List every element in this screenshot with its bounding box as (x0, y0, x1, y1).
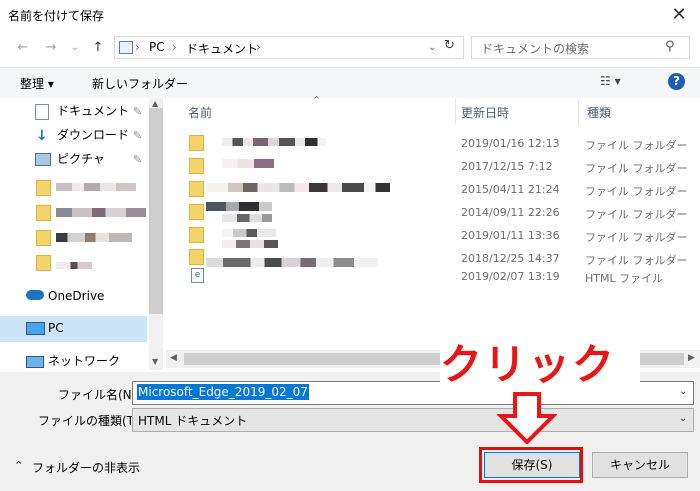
scroll-down-icon[interactable]: ▼ (152, 357, 158, 366)
filename-dropdown-icon[interactable]: ⌄ (679, 386, 687, 397)
row-date: 2019/02/07 13:19 (461, 270, 560, 283)
pin-icon[interactable]: ✎ (133, 129, 142, 142)
table-row[interactable] (206, 258, 378, 267)
column-divider[interactable] (455, 99, 456, 125)
nav-pictures[interactable]: ピクチャ (57, 149, 105, 169)
breadcrumb-documents[interactable]: ドキュメント (186, 40, 258, 57)
address-dropdown-icon[interactable]: ⌄ (428, 42, 436, 53)
close-button[interactable]: ✕ (665, 3, 693, 27)
up-button[interactable]: ↑ (89, 40, 107, 56)
row-type: HTML ファイル (585, 272, 664, 285)
row-type: ファイル フォルダー (585, 185, 688, 198)
view-options-icon[interactable]: ☷ ▾ (600, 74, 621, 88)
cancel-button[interactable]: キャンセル (592, 452, 688, 478)
nav-selection-highlight (0, 316, 147, 342)
nav-scrollbar-thumb[interactable] (149, 108, 163, 314)
breadcrumb-separator: › (135, 40, 140, 54)
folder-icon (36, 205, 51, 221)
nav-pc[interactable]: PC (48, 318, 64, 338)
row-type: ファイル フォルダー (585, 139, 688, 152)
click-annotation: クリック (440, 338, 640, 392)
row-date: 2018/12/25 14:37 (461, 252, 560, 265)
back-button[interactable]: ← (14, 40, 32, 56)
nav-documents[interactable]: ドキュメント (57, 101, 129, 121)
refresh-icon[interactable]: ↻ (444, 38, 455, 53)
pin-icon[interactable]: ✎ (133, 153, 142, 166)
breadcrumb-separator: › (256, 40, 261, 54)
row-type: ファイル フォルダー (585, 254, 688, 267)
list-item[interactable] (56, 262, 92, 269)
row-date: 2019/01/11 13:36 (461, 229, 560, 242)
row-date: 2015/04/11 21:24 (461, 183, 560, 196)
table-row[interactable] (206, 183, 390, 192)
pc-icon (26, 322, 45, 335)
scroll-up-icon[interactable]: ▲ (152, 99, 158, 108)
folder-icon (36, 230, 51, 246)
filetype-value: HTML ドキュメント (138, 414, 248, 428)
list-item[interactable] (56, 208, 146, 217)
table-row[interactable] (206, 202, 272, 211)
folder-icon (36, 180, 51, 196)
filetype-dropdown-icon[interactable]: ⌄ (679, 413, 687, 424)
folder-icon (189, 227, 204, 243)
onedrive-icon (26, 290, 44, 300)
recent-locations-icon[interactable]: ⌄ (66, 40, 84, 56)
network-icon (26, 356, 44, 368)
scroll-left-icon[interactable]: ◀ (170, 353, 177, 363)
table-row[interactable] (222, 229, 276, 237)
nav-downloads[interactable]: ダウンロード (57, 125, 129, 145)
arrow-down-icon (497, 392, 557, 444)
table-row[interactable] (222, 214, 272, 222)
list-item[interactable] (56, 183, 136, 191)
folder-icon (36, 255, 51, 271)
folder-icon (189, 204, 204, 220)
folder-icon (189, 158, 204, 174)
pin-icon[interactable]: ✎ (133, 105, 142, 118)
help-icon[interactable]: ? (668, 73, 685, 90)
nav-onedrive[interactable]: OneDrive (48, 286, 104, 306)
table-row[interactable] (222, 138, 326, 146)
address-bar[interactable] (114, 36, 464, 59)
documents-location-icon (119, 41, 133, 54)
row-type: ファイル フォルダー (585, 231, 688, 244)
search-icon[interactable]: ⚲ (665, 39, 675, 54)
row-date: 2017/12/15 7:12 (461, 160, 553, 173)
sort-ascending-icon: ⌃ (312, 94, 322, 107)
column-type[interactable]: 種類 (587, 104, 611, 121)
folder-icon (189, 249, 204, 265)
row-type: ファイル フォルダー (585, 208, 688, 221)
table-row[interactable] (222, 159, 274, 168)
forward-button[interactable]: → (42, 40, 60, 56)
scroll-right-icon[interactable]: ▶ (688, 353, 695, 363)
filename-label: ファイル名(N): (58, 388, 141, 402)
filename-value[interactable]: Microsoft_Edge_2019_02_07 (137, 384, 309, 400)
nav-network[interactable]: ネットワーク (48, 351, 120, 371)
pictures-icon (35, 153, 51, 166)
search-placeholder: ドキュメントの検索 (481, 42, 590, 56)
new-folder-button[interactable]: 新しいフォルダー (92, 75, 188, 92)
html-file-icon: e (191, 268, 204, 283)
filetype-label: ファイルの種類(T): (38, 414, 143, 428)
hide-folders-button[interactable]: フォルダーの非表示 (32, 459, 140, 476)
title-bar (0, 0, 700, 31)
row-date: 2019/01/16 12:13 (461, 137, 560, 150)
folder-icon (189, 181, 204, 197)
save-button-highlight (479, 447, 583, 483)
breadcrumb-separator: › (172, 40, 177, 54)
column-date[interactable]: 更新日時 (461, 104, 509, 121)
window-title: 名前を付けて保存 (8, 9, 105, 23)
organize-button[interactable]: 整理 ▾ (20, 75, 54, 92)
table-row[interactable] (222, 240, 278, 248)
row-date: 2014/09/11 22:26 (461, 206, 560, 219)
column-name[interactable]: 名前 (188, 104, 212, 121)
documents-icon (35, 104, 49, 120)
list-item[interactable] (56, 233, 132, 242)
downloads-icon: ↓ (36, 128, 48, 144)
folder-icon (189, 135, 204, 151)
collapse-icon[interactable]: ⌃ (14, 459, 23, 472)
row-type: ファイル フォルダー (585, 162, 688, 175)
breadcrumb-pc[interactable]: PC (149, 40, 165, 54)
column-divider[interactable] (578, 99, 579, 125)
column-header (166, 98, 700, 126)
